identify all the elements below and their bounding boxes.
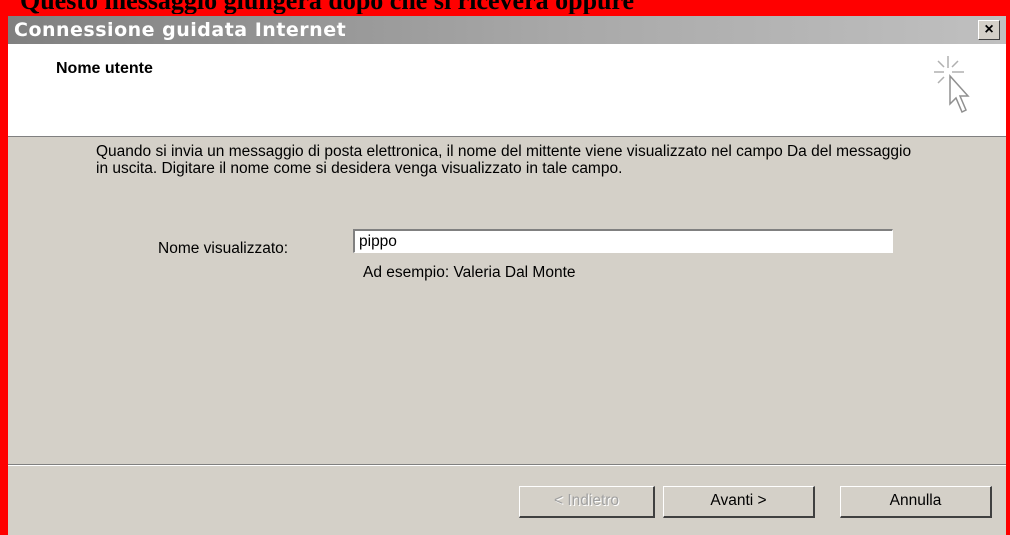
cancel-button[interactable]: Annulla (840, 486, 992, 518)
close-button[interactable]: × (978, 20, 1000, 40)
footer-divider (8, 464, 1006, 466)
wizard-cursor-icon (934, 56, 970, 114)
next-button[interactable]: Avanti > (663, 486, 815, 518)
example-text: Ad esempio: Valeria Dal Monte (363, 264, 576, 281)
display-name-label: Nome visualizzato: (158, 240, 289, 257)
description-text: Quando si invia un messaggio di posta el… (96, 143, 912, 177)
window-title: Connessione guidata Internet (14, 19, 347, 41)
wizard-dialog: Connessione guidata Internet × Nome uten… (8, 16, 1006, 535)
back-button[interactable]: < Indietro (519, 486, 655, 518)
display-name-input[interactable] (353, 229, 893, 253)
page-title: Nome utente (56, 60, 153, 77)
page-header-cropped: Questo messaggio giungerà dopo che si ri… (20, 0, 1000, 14)
close-icon: × (984, 21, 994, 38)
title-bar: Connessione guidata Internet × (8, 16, 1006, 44)
wizard-header: Nome utente (8, 44, 1006, 137)
